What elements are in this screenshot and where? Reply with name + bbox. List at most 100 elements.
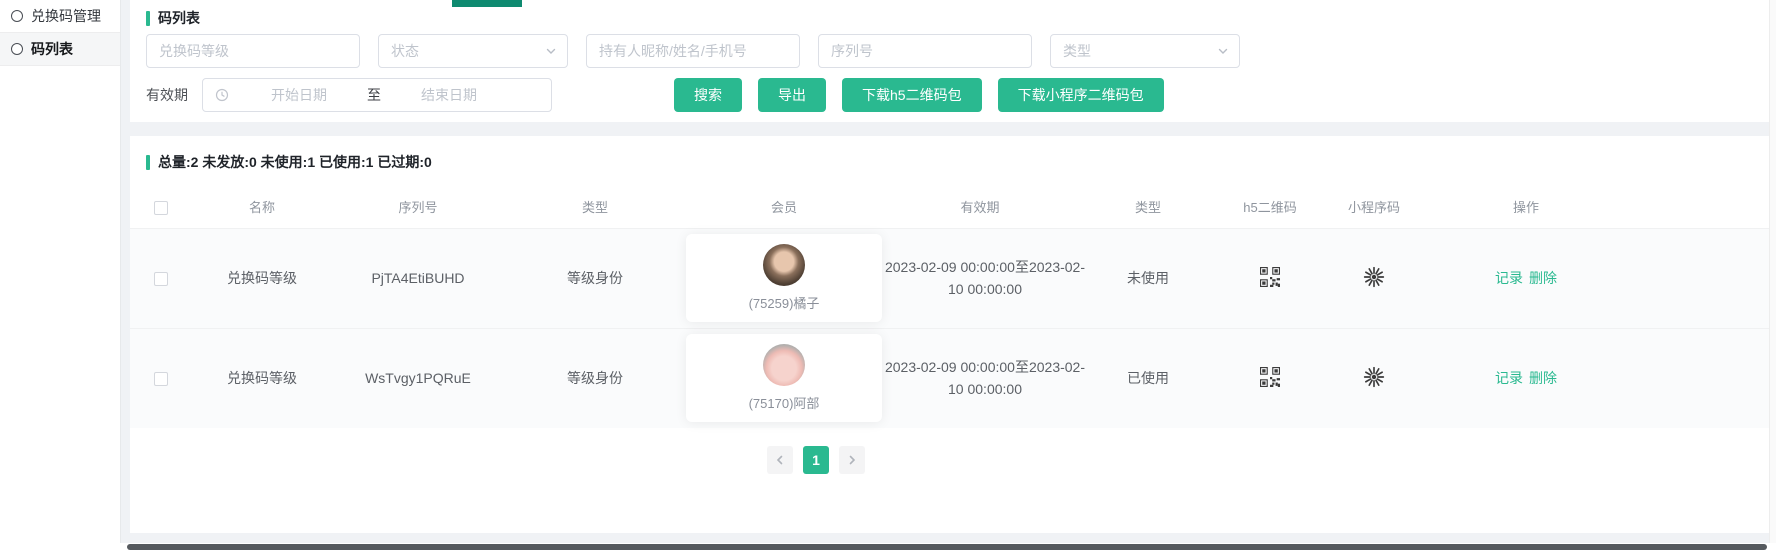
miniprogram-code-cell [1322, 228, 1426, 328]
main-content: 码列表 状态类型 有效期 至 搜索导出下载h5二维码包下载小程序二维码包 [121, 0, 1769, 543]
sidebar-items: 兑换码管理码列表 [0, 0, 120, 66]
date-range-picker[interactable]: 至 [202, 78, 552, 112]
avatar [763, 244, 805, 286]
column-header: h5二维码 [1218, 186, 1322, 228]
column-header: 类型 [504, 186, 686, 228]
download-miniprogram-qrcode-button[interactable]: 下载小程序二维码包 [998, 78, 1164, 112]
download-h5-qrcode-button[interactable]: 下载h5二维码包 [842, 78, 982, 112]
row-checkbox[interactable] [154, 272, 168, 286]
serial-number-input[interactable] [818, 34, 1032, 68]
name-cell: 兑换码等级 [192, 328, 332, 428]
checkbox-cell [130, 328, 192, 428]
record-link[interactable]: 记录 [1495, 270, 1523, 286]
holder-input[interactable] [586, 34, 800, 68]
member-card: (75259)橘子 [686, 234, 882, 322]
prev-page-button[interactable] [767, 446, 793, 474]
type-select[interactable]: 类型 [1050, 34, 1240, 68]
filter-panel: 码列表 状态 类型 有效期 至 搜索导出下载h5二维码包下载小程序二维码包 [130, 0, 1769, 122]
next-icon [846, 454, 858, 466]
column-header: 小程序码 [1322, 186, 1426, 228]
validity-cell: 2023-02-09 00:00:00至2023-02-10 00:00:00 [882, 228, 1078, 328]
horizontal-scrollbar-thumb[interactable] [127, 544, 1767, 550]
qr-code-icon[interactable] [1260, 267, 1280, 287]
type-cell: 等级身份 [504, 328, 686, 428]
end-date-input[interactable] [389, 87, 509, 103]
action-buttons: 搜索导出下载h5二维码包下载小程序二维码包 [674, 78, 1164, 112]
summary-bar: 总量:2 未发放:0 未使用:1 已使用:1 已过期:0 [130, 148, 1769, 186]
member-name: (75170)阿部 [749, 393, 820, 412]
vertical-scrollbar[interactable] [1769, 0, 1776, 543]
radio-circle-icon [11, 10, 23, 22]
table-body: 兑换码等级PjTA4EtiBUHD等级身份 (75259)橘子 2023-02-09… [130, 228, 1769, 428]
miniprogram-code-icon[interactable] [1363, 366, 1385, 388]
sidebar: 兑换码管理码列表 [0, 0, 121, 543]
status-cell: 已使用 [1078, 328, 1218, 428]
qr-code-icon[interactable] [1260, 367, 1280, 387]
summary-text: 总量:2 未发放:0 未使用:1 已使用:1 已过期:0 [158, 152, 432, 172]
codes-table: 名称序列号类型会员有效期类型h5二维码小程序码操作 兑换码等级PjTA4EtiB… [130, 186, 1769, 428]
section-title: 码列表 [158, 8, 200, 28]
checkbox-cell [130, 228, 192, 328]
actions-cell: 记录删除 [1426, 328, 1626, 428]
member-card: (75170)阿部 [686, 334, 882, 422]
status-cell: 未使用 [1078, 228, 1218, 328]
sidebar-item[interactable]: 码列表 [0, 33, 120, 66]
section-header: 码列表 [146, 7, 1753, 29]
horizontal-scrollbar[interactable] [121, 543, 1776, 551]
accent-bar-icon [146, 11, 150, 26]
type-cell: 等级身份 [504, 228, 686, 328]
record-link[interactable]: 记录 [1495, 370, 1523, 386]
date-separator: 至 [367, 85, 381, 105]
start-date-input[interactable] [239, 87, 359, 103]
export-button[interactable]: 导出 [758, 78, 826, 112]
status-select[interactable]: 状态 [378, 34, 568, 68]
serial-cell: PjTA4EtiBUHD [332, 228, 504, 328]
column-header: 序列号 [332, 186, 504, 228]
row-checkbox[interactable] [154, 372, 168, 386]
column-header: 名称 [192, 186, 332, 228]
column-header: 有效期 [882, 186, 1078, 228]
clipped-page-element [452, 0, 522, 7]
column-header: 操作 [1426, 186, 1626, 228]
member-cell: (75170)阿部 [686, 328, 882, 428]
avatar [763, 344, 805, 386]
select-placeholder: 类型 [1063, 41, 1091, 61]
pagination: 1 [130, 446, 1502, 474]
name-cell: 兑换码等级 [192, 228, 332, 328]
current-page-button[interactable]: 1 [803, 446, 829, 474]
chevron-down-icon [1217, 45, 1229, 57]
filter-row-2: 有效期 至 搜索导出下载h5二维码包下载小程序二维码包 [146, 78, 1753, 112]
sidebar-item[interactable]: 兑换码管理 [0, 0, 120, 33]
search-button[interactable]: 搜索 [674, 78, 742, 112]
select-placeholder: 状态 [391, 41, 419, 61]
miniprogram-code-icon[interactable] [1363, 266, 1385, 288]
sidebar-item-label: 码列表 [31, 39, 73, 59]
table-header-row: 名称序列号类型会员有效期类型h5二维码小程序码操作 [130, 186, 1769, 228]
serial-cell: WsTvgy1PQRuE [332, 328, 504, 428]
column-header: 类型 [1078, 186, 1218, 228]
h5-qrcode-cell [1218, 228, 1322, 328]
delete-link[interactable]: 删除 [1529, 270, 1557, 286]
select-all-checkbox[interactable] [154, 201, 168, 215]
column-header: 会员 [686, 186, 882, 228]
filter-fields: 状态 类型 [146, 34, 1753, 68]
actions-cell: 记录删除 [1426, 228, 1626, 328]
sidebar-item-label: 兑换码管理 [31, 6, 101, 26]
table-row: 兑换码等级WsTvgy1PQRuE等级身份 (75170)阿部 2023-02-09… [130, 328, 1769, 428]
radio-circle-icon [11, 43, 23, 55]
chevron-down-icon [545, 45, 557, 57]
validity-cell: 2023-02-09 00:00:00至2023-02-10 00:00:00 [882, 328, 1078, 428]
miniprogram-code-cell [1322, 328, 1426, 428]
code-level-input[interactable] [146, 34, 360, 68]
delete-link[interactable]: 删除 [1529, 370, 1557, 386]
next-page-button[interactable] [839, 446, 865, 474]
table-panel: 总量:2 未发放:0 未使用:1 已使用:1 已过期:0 名称序列号类型会员有效… [130, 136, 1769, 533]
prev-icon [774, 454, 786, 466]
h5-qrcode-cell [1218, 328, 1322, 428]
validity-label: 有效期 [146, 85, 192, 105]
member-name: (75259)橘子 [749, 293, 820, 312]
page: 兑换码管理码列表 码列表 状态类型 有效期 至 搜索导出下载h5二维码包下载小程… [0, 0, 1776, 551]
accent-bar-icon [146, 155, 150, 170]
table-row: 兑换码等级PjTA4EtiBUHD等级身份 (75259)橘子 2023-02-09… [130, 228, 1769, 328]
member-cell: (75259)橘子 [686, 228, 882, 328]
